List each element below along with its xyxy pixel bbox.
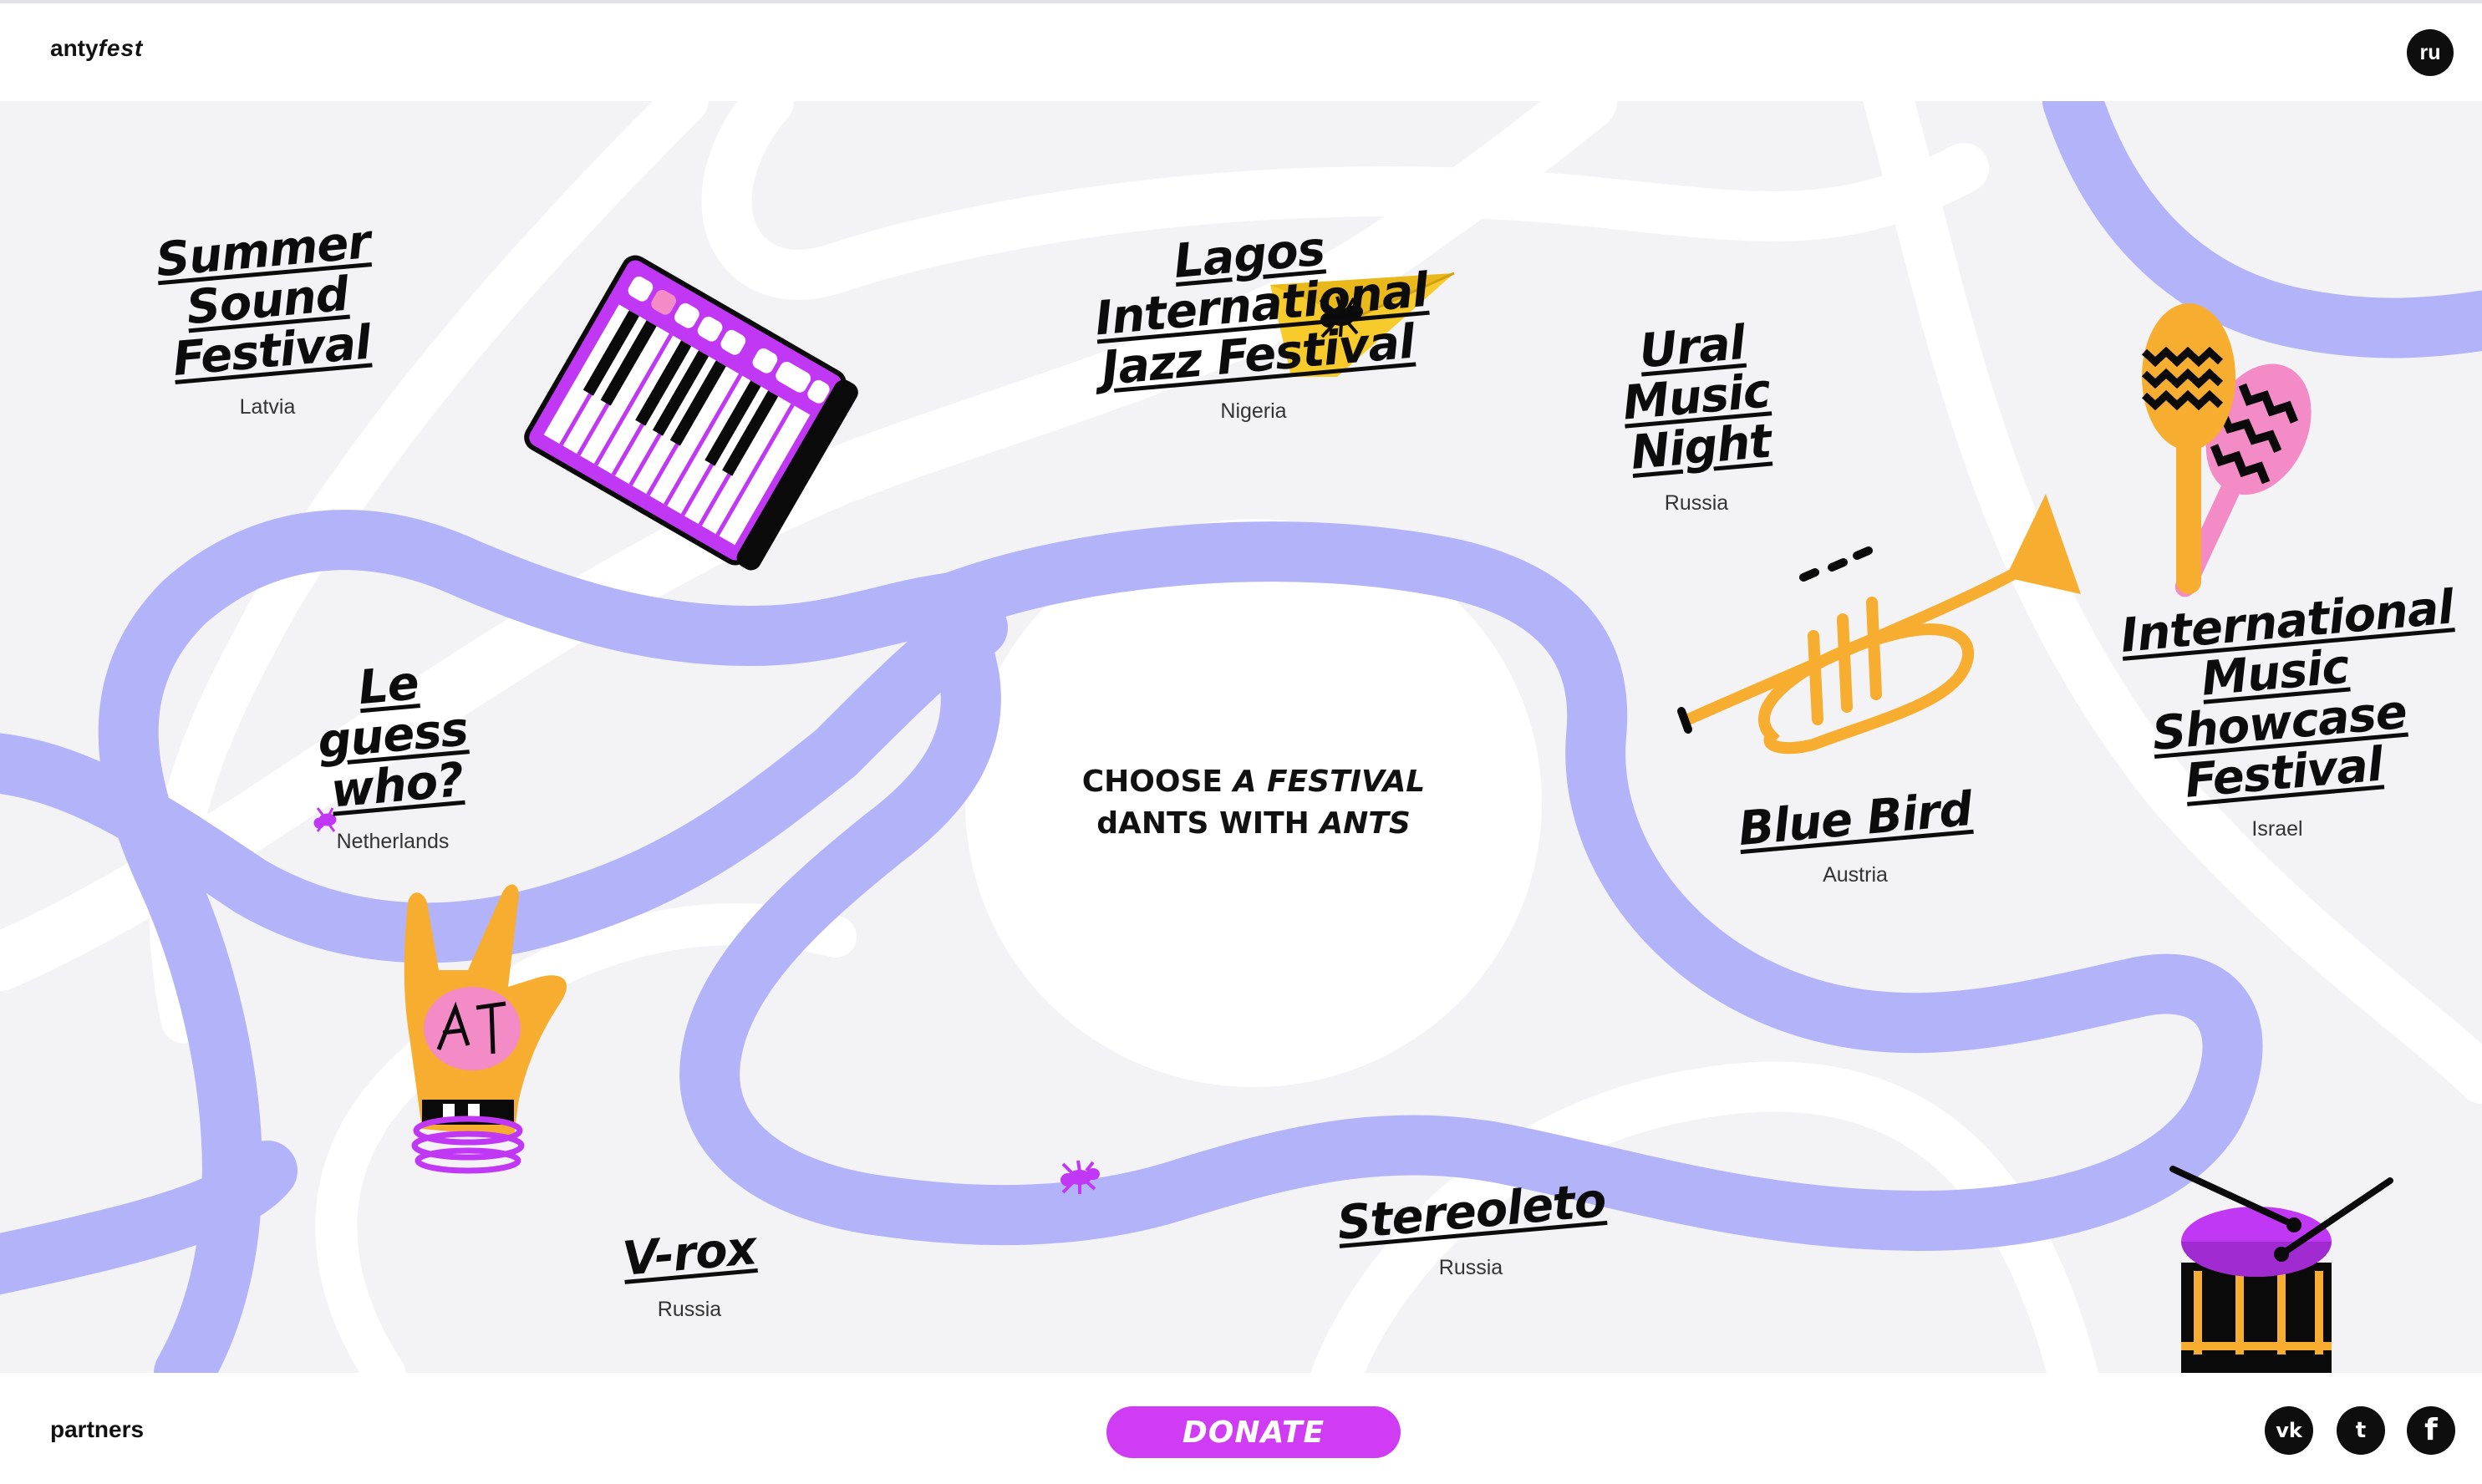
- vk-icon[interactable]: vk: [2265, 1406, 2313, 1455]
- festival-country: Latvia: [239, 395, 296, 419]
- festival-country: Israel: [2251, 817, 2303, 841]
- festival-name: V-rox: [620, 1221, 759, 1287]
- festival-name: International Music Showcase Festival: [2118, 580, 2456, 809]
- festival-country: Russia: [1664, 491, 1729, 515]
- festival-name: Lagos International Jazz Festival: [1092, 221, 1431, 396]
- festival-v-rox[interactable]: V-rox Russia: [585, 1221, 794, 1322]
- festival-name: Ural Music Night: [1620, 315, 1773, 480]
- festival-blue-bird[interactable]: Blue Bird Austria: [1722, 782, 1989, 887]
- ant-icon-small: [1060, 1160, 1100, 1194]
- festival-name: Stereoleto: [1335, 1173, 1608, 1251]
- footer: partners DONATE vk t f: [0, 1373, 2482, 1484]
- choose-festival-message: CHOOSE A FESTIVAL dANTS WITH ANTS: [1081, 765, 1426, 841]
- festival-international-music-showcase[interactable]: International Music Showcase Festival Is…: [2098, 580, 2457, 841]
- festival-lagos-jazz[interactable]: Lagos International Jazz Festival Nigeri…: [1078, 221, 1430, 424]
- festival-ural-music-night[interactable]: Ural Music Night Russia: [1554, 316, 1839, 516]
- festival-country: Netherlands: [336, 830, 450, 853]
- festival-name: Le guess who?: [315, 656, 470, 819]
- festival-name: Summer Sound Festival: [154, 215, 373, 387]
- logo[interactable]: antyfest: [50, 35, 143, 62]
- partners-link[interactable]: partners: [50, 1416, 144, 1443]
- festival-le-guess-who[interactable]: Le guess who? Netherlands: [267, 656, 518, 854]
- header: antyfest ru: [0, 0, 2482, 101]
- festival-name: Blue Bird: [1736, 781, 1975, 857]
- festival-country: Russia: [1438, 1256, 1503, 1279]
- festival-country: Austria: [1823, 863, 1888, 887]
- festival-summer-sound[interactable]: Summer Sound Festival Latvia: [92, 215, 443, 419]
- twitter-icon[interactable]: t: [2337, 1406, 2385, 1455]
- festival-country: Russia: [657, 1298, 722, 1321]
- festival-map: Summer Sound Festival Latvia Lagos Inter…: [0, 101, 2482, 1373]
- drum-icon: [2169, 1166, 2393, 1373]
- donate-button[interactable]: DONATE: [1106, 1406, 1401, 1458]
- facebook-icon[interactable]: f: [2407, 1406, 2455, 1455]
- maracas-icon: [2141, 303, 2312, 597]
- festival-country: Nigeria: [1220, 399, 1287, 423]
- language-switch-button[interactable]: ru: [2407, 29, 2454, 76]
- festival-stereoleto[interactable]: Stereoleto Russia: [1335, 1173, 1608, 1280]
- keyboard-icon: [524, 255, 858, 571]
